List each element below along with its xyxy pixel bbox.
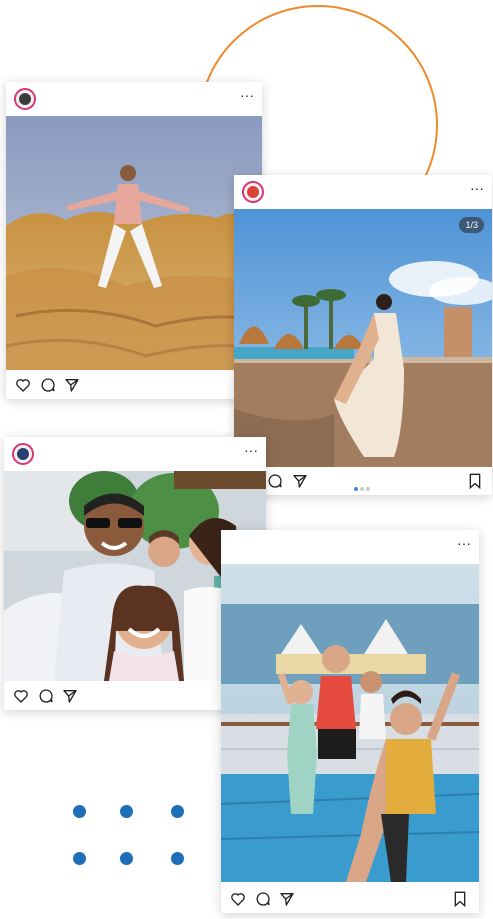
man-avatar-icon[interactable] [12, 443, 34, 465]
man-avatar-icon[interactable] [14, 88, 36, 110]
more-options-button[interactable]: ··· [457, 536, 471, 550]
photo-illustration [221, 564, 479, 882]
decorative-dot [120, 852, 133, 865]
share-icon[interactable] [64, 377, 80, 393]
bookmark-icon[interactable] [453, 891, 467, 907]
share-icon[interactable] [279, 891, 295, 907]
post-actions [234, 465, 492, 495]
woman-in-dress-photo: 1/3 [234, 209, 492, 467]
red-avatar-icon[interactable] [242, 181, 264, 203]
post-card-friends: ··· [221, 530, 479, 913]
post-actions [6, 369, 262, 399]
carousel-dot-active [354, 487, 358, 491]
more-options-button[interactable]: ··· [470, 181, 484, 195]
comment-icon[interactable] [40, 377, 56, 393]
photo-illustration [234, 209, 492, 467]
man-on-rocks-photo [6, 116, 262, 370]
decorative-dot [120, 805, 133, 818]
more-options-button[interactable]: ··· [240, 88, 254, 102]
post-header: ··· [221, 530, 479, 564]
comment-icon[interactable] [255, 891, 271, 907]
post-header: ··· [6, 82, 262, 116]
heart-icon[interactable] [13, 688, 29, 704]
heart-icon[interactable] [230, 891, 246, 907]
decorative-dot [73, 852, 86, 865]
decorative-dot [171, 852, 184, 865]
comment-icon[interactable] [38, 688, 54, 704]
share-icon[interactable] [62, 688, 78, 704]
post-card-hiker: ··· [6, 82, 262, 399]
post-header: ··· [4, 437, 266, 471]
heart-icon[interactable] [15, 377, 31, 393]
bookmark-icon[interactable] [468, 473, 482, 489]
share-icon[interactable] [292, 473, 308, 489]
friends-ship-selfie-photo [221, 564, 479, 882]
more-options-button[interactable]: ··· [244, 443, 258, 457]
carousel-dot [366, 487, 370, 491]
photo-illustration [6, 116, 262, 370]
post-actions [221, 883, 479, 913]
decorative-dot [171, 805, 184, 818]
decorative-dot [73, 805, 86, 818]
post-card-dress: ··· 1/3 [234, 175, 492, 495]
carousel-dot [360, 487, 364, 491]
carousel-dots [354, 478, 372, 496]
post-header: ··· [234, 175, 492, 209]
carousel-counter: 1/3 [459, 217, 484, 233]
comment-icon[interactable] [267, 473, 283, 489]
